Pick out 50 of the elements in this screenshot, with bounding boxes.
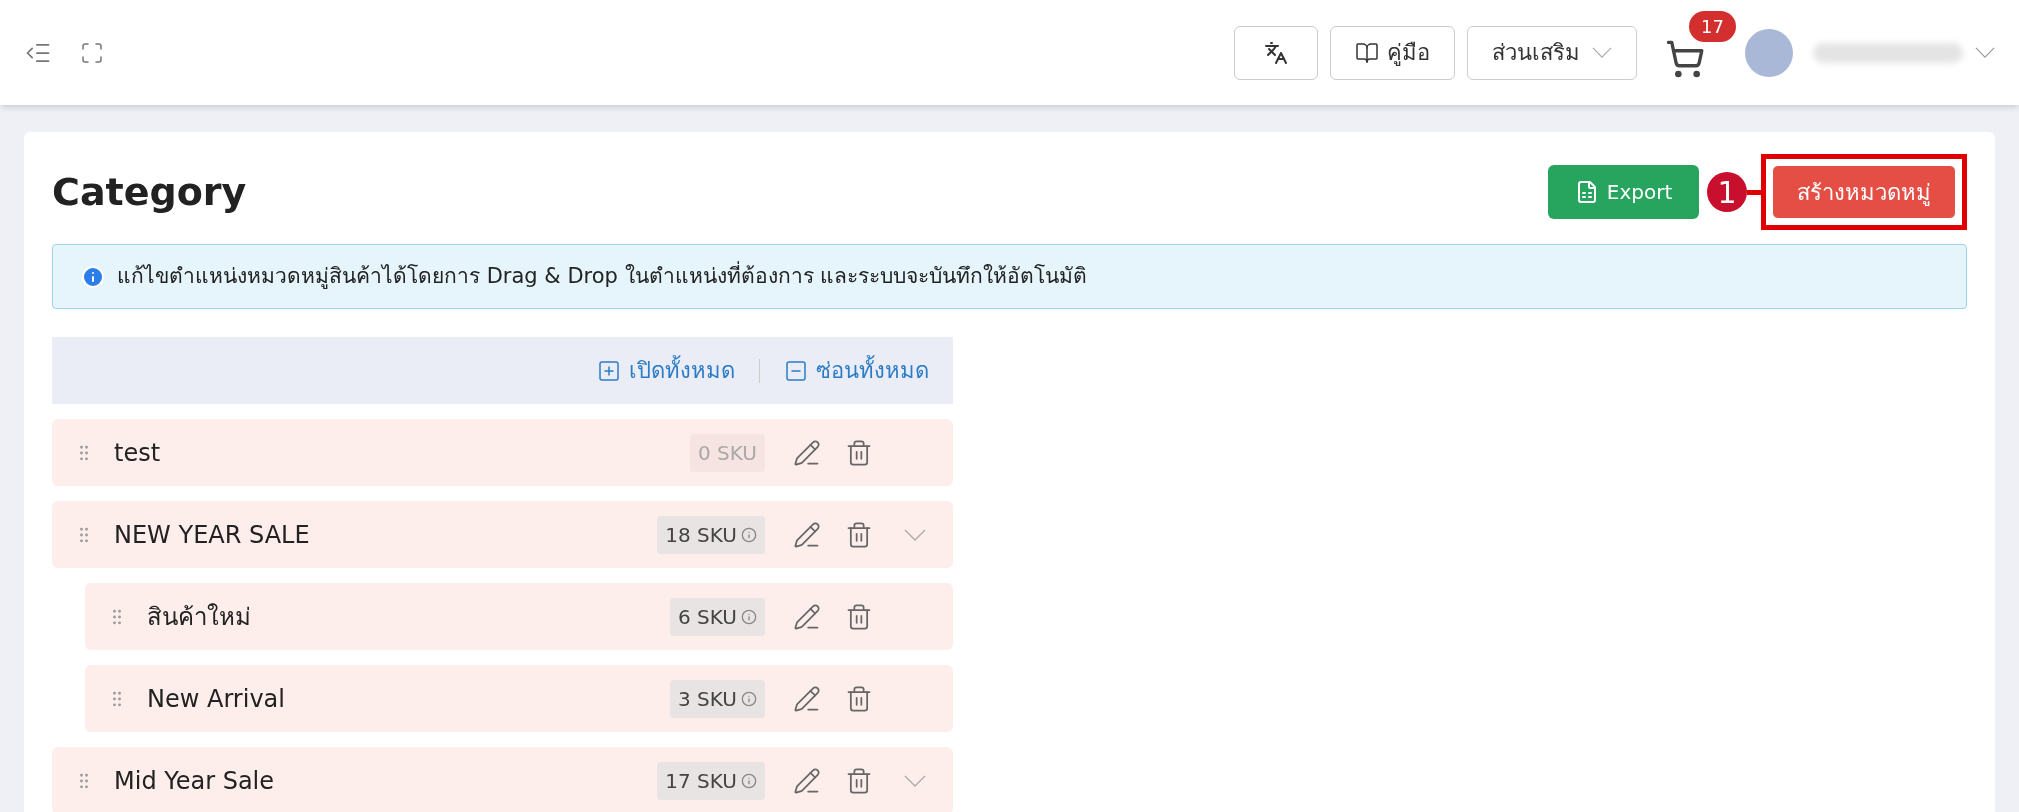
- delete-icon[interactable]: [845, 766, 873, 795]
- addons-dropdown[interactable]: ส่วนเสริม: [1467, 25, 1637, 80]
- category-name: New Arrival: [147, 683, 286, 715]
- category-name: สินค้าใหม่: [147, 601, 252, 633]
- info-icon[interactable]: [741, 772, 757, 789]
- sku-count: 0 SKU: [690, 433, 765, 472]
- delete-icon[interactable]: [845, 520, 873, 549]
- translate-button[interactable]: [1234, 25, 1318, 80]
- edit-icon[interactable]: [793, 684, 821, 713]
- delete-icon[interactable]: [845, 602, 873, 631]
- minus-icon: [784, 358, 808, 383]
- create-category-button[interactable]: สร้างหมวดหมู่: [1772, 165, 1956, 219]
- translate-icon: [1264, 40, 1288, 65]
- category-row[interactable]: สินค้าใหม่ 6 SKU: [85, 583, 953, 650]
- avatar[interactable]: [1745, 28, 1793, 77]
- delete-icon[interactable]: [845, 684, 873, 713]
- info-text: แก้ไขตำแหน่งหมวดหมู่สินค้าได้โดยการ Drag & Drop ในตำแหน่งที่ต้องการ และระบบจะบันทึกให้อัตโนมัติ: [117, 260, 1088, 291]
- edit-icon[interactable]: [793, 766, 821, 795]
- book-icon: [1355, 40, 1379, 65]
- chevron-icon[interactable]: [904, 774, 926, 787]
- info-icon[interactable]: [741, 526, 757, 543]
- info-icon[interactable]: [741, 690, 757, 707]
- edit-icon[interactable]: [793, 520, 821, 549]
- edit-icon[interactable]: [793, 438, 821, 467]
- callout-number-badge: 1: [1707, 172, 1747, 212]
- collapse-all-link[interactable]: ซ่อนทั้งหมด: [784, 354, 929, 387]
- expand-all-link[interactable]: เปิดทั้งหมด: [597, 354, 735, 387]
- category-name: test: [114, 437, 162, 469]
- info-icon: [81, 264, 105, 289]
- sku-count: 18 SKU: [657, 515, 765, 554]
- caret-icon[interactable]: [1975, 47, 1995, 58]
- sku-count: 6 SKU: [670, 597, 765, 636]
- caret-icon: [1592, 47, 1612, 58]
- category-row[interactable]: NEW YEAR SALE 18 SKU: [52, 501, 953, 568]
- chevron-icon[interactable]: [904, 528, 926, 541]
- plus-icon: [597, 358, 621, 383]
- cart-count-badge: 17: [1689, 10, 1736, 42]
- manual-button[interactable]: คู่มือ: [1330, 25, 1455, 80]
- cart-icon[interactable]: [1665, 38, 1705, 79]
- edit-icon[interactable]: [793, 602, 821, 631]
- page-title: Category: [52, 168, 248, 216]
- delete-icon[interactable]: [845, 438, 873, 467]
- category-row[interactable]: Mid Year Sale 17 SKU: [52, 747, 953, 812]
- info-icon[interactable]: [741, 608, 757, 625]
- category-name: NEW YEAR SALE: [114, 519, 311, 551]
- category-name: Mid Year Sale: [114, 765, 276, 797]
- sku-count: 3 SKU: [670, 679, 765, 718]
- sku-count: 17 SKU: [657, 761, 765, 800]
- category-row[interactable]: New Arrival 3 SKU: [85, 665, 953, 732]
- fullscreen-icon[interactable]: [80, 40, 104, 65]
